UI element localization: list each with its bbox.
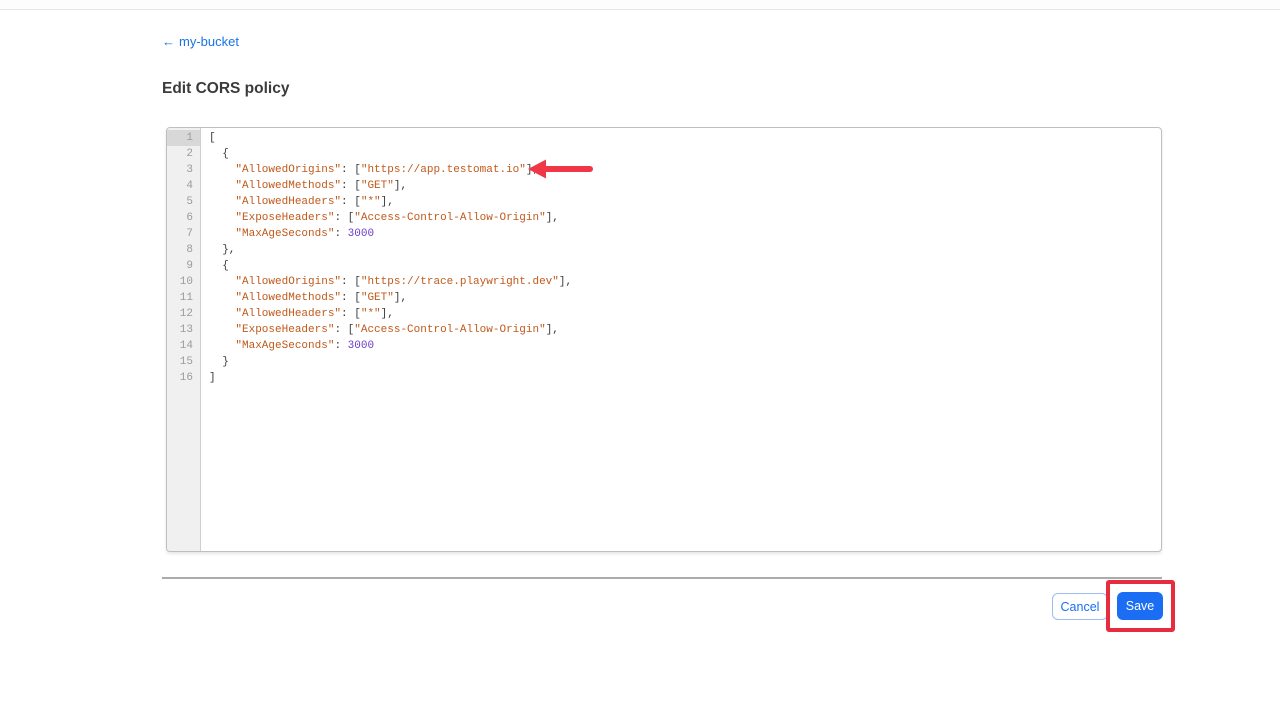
code-line[interactable]: } xyxy=(209,354,1161,370)
code-line[interactable]: "MaxAgeSeconds": 3000 xyxy=(209,226,1161,242)
line-number: 13 xyxy=(167,322,200,338)
code-line[interactable]: "AllowedMethods": ["GET"], xyxy=(209,178,1161,194)
code-line[interactable]: { xyxy=(209,146,1161,162)
save-button[interactable]: Save xyxy=(1117,592,1163,620)
line-number: 1 xyxy=(167,130,200,146)
editor-line-number-gutter: 12345678910111213141516 xyxy=(167,128,201,551)
editor-code-area[interactable]: [ { "AllowedOrigins": ["https://app.test… xyxy=(202,128,1161,551)
code-line[interactable]: "ExposeHeaders": ["Access-Control-Allow-… xyxy=(209,322,1161,338)
code-line[interactable]: "AllowedMethods": ["GET"], xyxy=(209,290,1161,306)
line-number: 5 xyxy=(167,194,200,210)
line-number: 9 xyxy=(167,258,200,274)
line-number: 11 xyxy=(167,290,200,306)
code-line[interactable]: ] xyxy=(209,370,1161,386)
footer-divider xyxy=(162,577,1162,579)
code-line[interactable]: "AllowedOrigins": ["https://app.testomat… xyxy=(209,162,1161,178)
back-link-my-bucket[interactable]: ← my-bucket xyxy=(162,34,239,49)
line-number: 14 xyxy=(167,338,200,354)
cancel-button[interactable]: Cancel xyxy=(1052,593,1108,620)
line-number: 2 xyxy=(167,146,200,162)
code-line[interactable]: "AllowedHeaders": ["*"], xyxy=(209,306,1161,322)
line-number: 7 xyxy=(167,226,200,242)
page-title: Edit CORS policy xyxy=(162,80,289,98)
code-line[interactable]: "MaxAgeSeconds": 3000 xyxy=(209,338,1161,354)
line-number: 3 xyxy=(167,162,200,178)
back-arrow-icon: ← xyxy=(162,34,175,49)
back-link-label: my-bucket xyxy=(179,34,239,49)
code-line[interactable]: }, xyxy=(209,242,1161,258)
line-number: 4 xyxy=(167,178,200,194)
line-number: 6 xyxy=(167,210,200,226)
code-line[interactable]: "AllowedOrigins": ["https://trace.playwr… xyxy=(209,274,1161,290)
code-line[interactable]: "AllowedHeaders": ["*"], xyxy=(209,194,1161,210)
top-chrome-edge xyxy=(0,0,1280,10)
code-line[interactable]: "ExposeHeaders": ["Access-Control-Allow-… xyxy=(209,210,1161,226)
cors-json-editor[interactable]: 12345678910111213141516 [ { "AllowedOrig… xyxy=(166,127,1162,552)
line-number: 16 xyxy=(167,370,200,386)
code-line[interactable]: { xyxy=(209,258,1161,274)
line-number: 12 xyxy=(167,306,200,322)
line-number: 15 xyxy=(167,354,200,370)
line-number: 8 xyxy=(167,242,200,258)
line-number: 10 xyxy=(167,274,200,290)
code-line[interactable]: [ xyxy=(209,130,1161,146)
